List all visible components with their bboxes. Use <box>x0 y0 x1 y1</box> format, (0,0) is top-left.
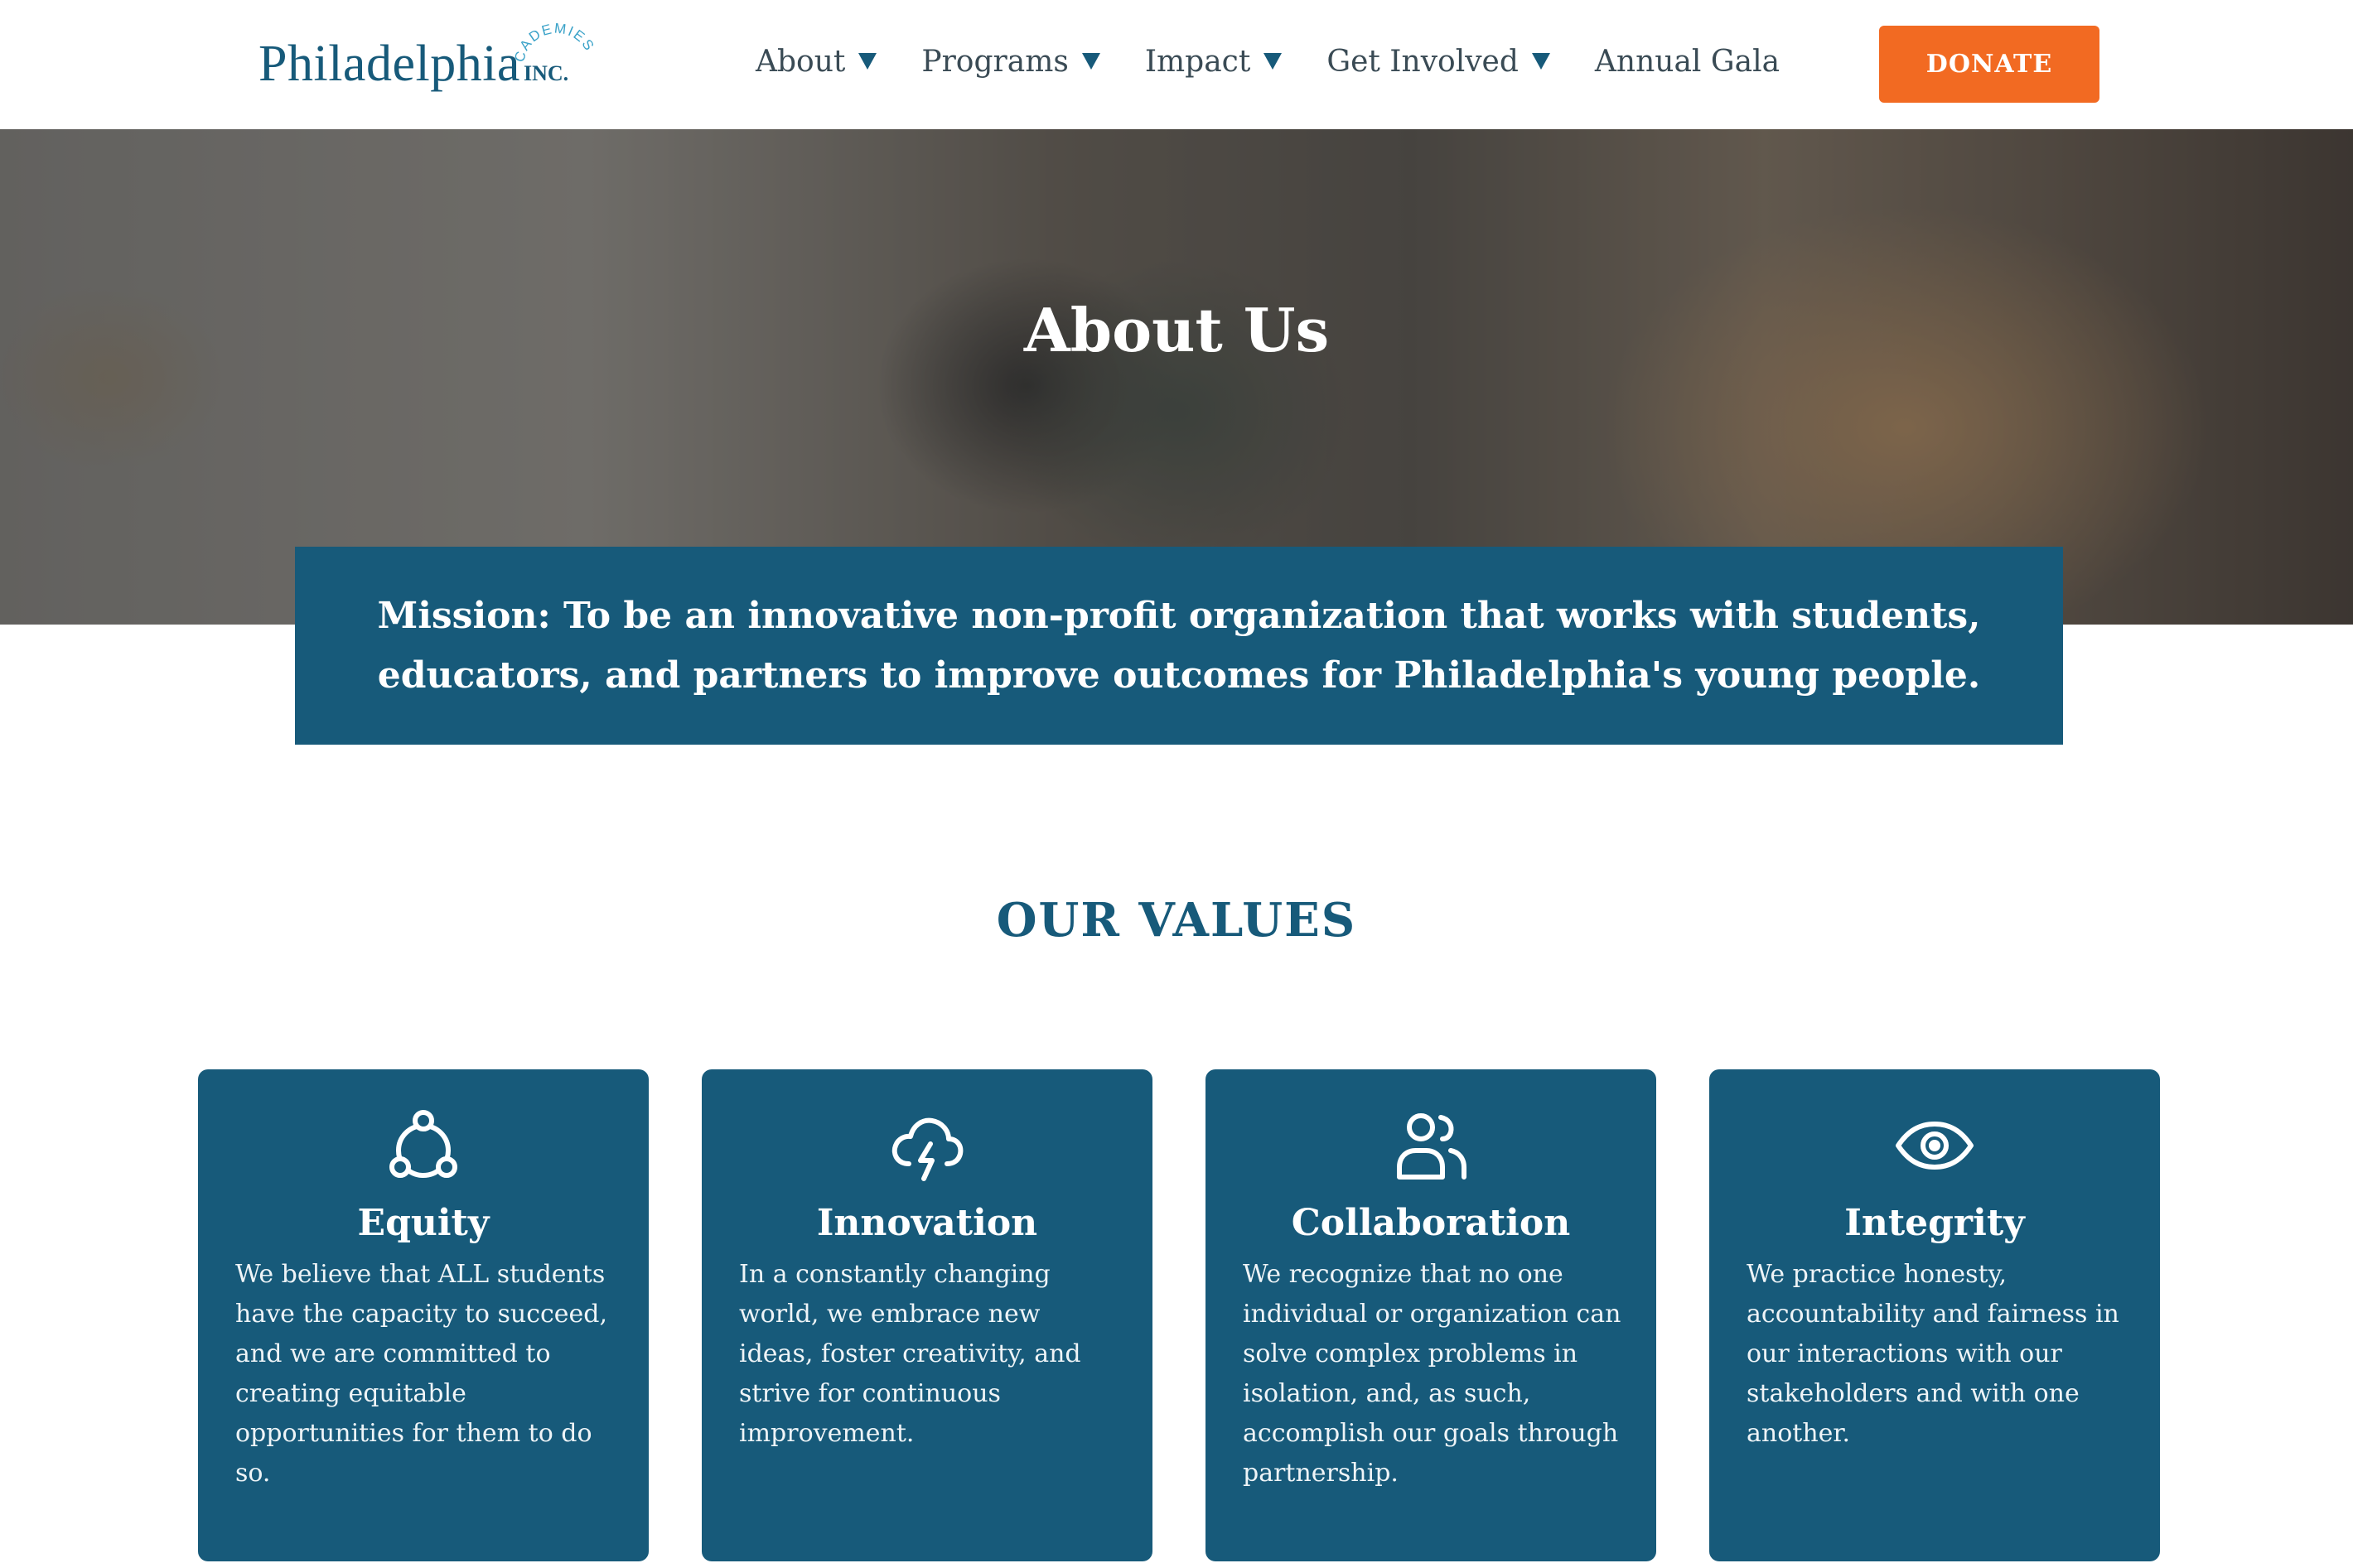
value-title: Collaboration <box>1291 1202 1571 1244</box>
caret-down-icon <box>1081 53 1100 70</box>
nav-item-label: Get Involved <box>1326 44 1519 79</box>
philadelphia-academies-logo[interactable]: Philadelphia CADEMIES INC. <box>258 23 606 106</box>
nav-item-label: About <box>756 44 846 79</box>
value-description: We practice honesty, accountability and … <box>1747 1260 2119 1448</box>
logo-wordmark: Philadelphia <box>258 36 520 92</box>
value-card-collaboration: Collaboration We recognize that no one i… <box>1205 1069 1656 1561</box>
nav-item-label: Impact <box>1144 44 1251 79</box>
cloud-lightning-icon <box>702 1106 1152 1185</box>
values-heading: OUR VALUES <box>996 893 1357 948</box>
main-nav: About Programs Impact Get Involved Annua… <box>756 36 1780 86</box>
value-description: We believe that ALL students have the ca… <box>235 1260 608 1488</box>
nav-item-label: Programs <box>921 44 1069 79</box>
value-card-innovation: Innovation In a constantly changing worl… <box>702 1069 1152 1561</box>
equity-network-icon <box>198 1106 649 1185</box>
eye-icon <box>1709 1106 2160 1185</box>
caret-down-icon <box>1263 53 1283 70</box>
value-title: Innovation <box>816 1202 1038 1244</box>
logo-inc: INC. <box>524 61 569 85</box>
page-title: About Us <box>1023 295 1330 365</box>
nav-item-get-involved[interactable]: Get Involved <box>1326 45 1550 79</box>
nav-item-impact[interactable]: Impact <box>1145 45 1283 79</box>
value-card-equity: Equity We believe that ALL students have… <box>198 1069 649 1561</box>
value-description: In a constantly changing world, we embra… <box>739 1260 1081 1448</box>
caret-down-icon <box>858 53 877 70</box>
value-title: Equity <box>357 1202 490 1244</box>
mission-statement: Mission: To be an innovative non-profit … <box>377 594 1981 697</box>
value-card-integrity: Integrity We practice honesty, accountab… <box>1709 1069 2160 1561</box>
mission-box: Mission: To be an innovative non-profit … <box>295 547 2063 745</box>
nav-item-about[interactable]: About <box>756 45 877 79</box>
value-description: We recognize that no one individual or o… <box>1243 1260 1621 1488</box>
nav-item-label: Annual Gala <box>1594 44 1780 79</box>
logo-arc-label: CADEMIES <box>511 23 596 64</box>
nav-item-programs[interactable]: Programs <box>921 44 1100 79</box>
value-title: Integrity <box>1844 1202 2025 1244</box>
users-icon <box>1205 1106 1656 1185</box>
caret-down-icon <box>1531 53 1550 70</box>
nav-item-annual-gala[interactable]: Annual Gala <box>1595 45 1780 79</box>
site-header: Philadelphia CADEMIES INC. About Program… <box>0 0 2353 129</box>
svg-text:CADEMIES: CADEMIES <box>511 23 597 64</box>
donate-button[interactable]: DONATE <box>1879 26 2099 103</box>
